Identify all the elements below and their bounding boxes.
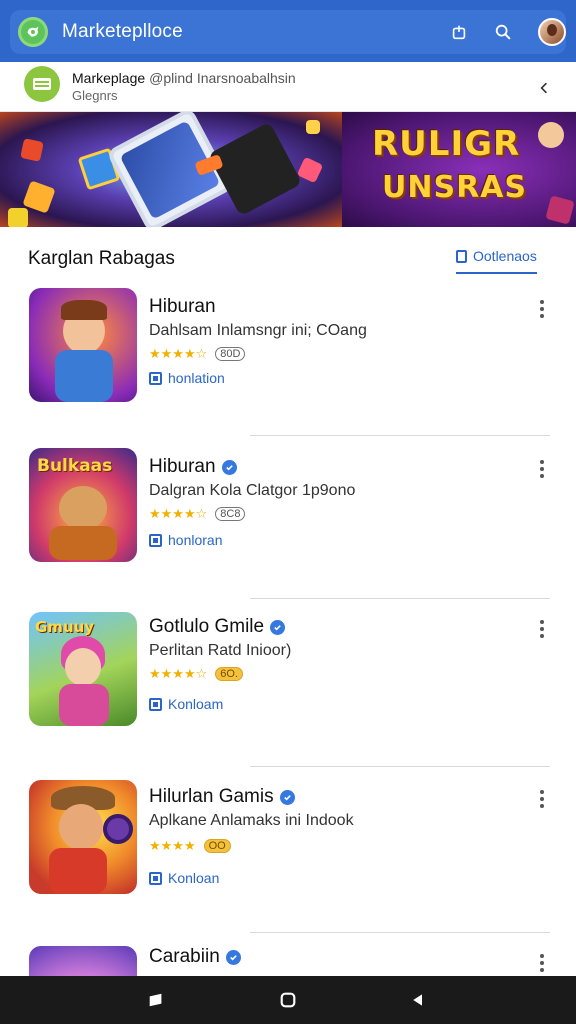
app-title-text: Hiburan [149,296,216,317]
app-description: Aplkane Anlamaks ini Indook [149,812,354,829]
verified-icon [221,459,237,475]
promo-banner[interactable]: RULIGR UNSRAS [0,112,576,227]
install-label: Konloam [168,696,224,712]
install-button[interactable]: honlation [149,370,225,386]
recents-icon[interactable] [144,988,168,1012]
list-item[interactable]: Carabiin [0,944,576,976]
more-options-icon[interactable] [534,788,550,810]
more-options-icon[interactable] [534,458,550,480]
app-title-text: Carabiin [149,946,220,967]
chevron-left-icon[interactable] [532,76,556,100]
app-rating: ★★★★☆ 80D [149,346,246,362]
rating-badge: 80D [215,347,246,361]
banner-headline-2: UNSRAS [382,170,527,205]
app-title-text: Gotlulo Gmile [149,616,265,637]
app-title: Marketeplloce [62,21,183,42]
more-options-icon[interactable] [534,952,550,974]
app-rating: ★★★★☆ 8C8 [149,506,246,522]
star-rating: ★★★★☆ [149,506,208,521]
app-description: Dalgran Kola Clatgor 1p9ono [149,482,356,499]
install-icon [149,871,162,885]
section-link-label: Ootlenaos [473,248,537,264]
divider [250,598,550,599]
install-icon [149,533,162,547]
app-description: Dahlsam Inlamsngr ini; COang [149,322,367,339]
star-rating: ★★★★☆ [149,346,208,361]
install-button[interactable]: Konloam [149,696,223,712]
marketplace-subtitle: Glegnrs [72,88,118,103]
app-bar-container: Marketeplloce [10,10,566,54]
more-options-icon[interactable] [534,618,550,640]
thumb-title: Gmuuy [35,618,95,636]
install-button[interactable]: Konloan [149,870,219,886]
verified-icon [270,619,286,635]
app-thumbnail [29,946,137,976]
more-options-icon[interactable] [534,298,550,320]
app-thumbnail [29,288,137,402]
rating-badge: 6O. [215,667,244,681]
divider [250,766,550,767]
banner-phone-artwork [0,112,342,227]
marketplace-icon [24,66,60,102]
app-title: Hiburan [149,456,237,478]
rating-badge: OO [203,839,231,853]
marketplace-header: Markeplage @plind Inarsnoabalhsin Glegnrs [0,62,576,112]
star-rating: ★★★★☆ [149,666,208,681]
share-icon[interactable] [442,15,476,49]
app-rating: ★★★★☆ 6O. [149,666,244,682]
app-title-text: Hiburan [149,456,216,477]
app-title: Carabiin [149,946,241,968]
section-link[interactable]: Ootlenaos [456,248,537,274]
app-title-text: Hilurlan Gamis [149,786,274,807]
marketplace-title: Markeplage @plind Inarsnoabalhsin [72,70,296,86]
store-logo-icon[interactable] [18,17,48,47]
install-button[interactable]: honloran [149,532,223,548]
verified-icon [279,789,295,805]
system-nav-bar [0,976,576,1024]
verified-icon [225,949,241,965]
app-rating: ★★★★ OO [149,838,231,854]
home-icon[interactable] [276,988,300,1012]
banner-game-artwork: RULIGR UNSRAS [342,112,576,227]
app-title: Gotlulo Gmile [149,616,286,638]
search-icon[interactable] [486,15,520,49]
app-title: Hiburan [149,296,216,318]
app-thumbnail [29,780,137,894]
marketplace-title-extra: @plind Inarsnoabalhsin [149,70,296,86]
divider [250,932,550,933]
top-app-bar: Marketeplloce [0,0,576,62]
install-icon [149,697,162,711]
back-icon[interactable] [406,988,430,1012]
section-title: Karglan Rabagas [28,248,175,269]
install-label: honlation [168,370,225,386]
rating-badge: 8C8 [215,507,246,521]
user-avatar[interactable] [538,18,566,46]
download-icon [456,250,467,263]
star-rating: ★★★★ [149,838,196,853]
app-thumbnail: Gmuuy [29,612,137,726]
install-icon [149,371,162,385]
divider [250,435,550,436]
install-label: honloran [168,532,223,548]
install-label: Konloan [168,870,220,886]
thumb-title: Bulkaas [37,456,113,476]
app-title: Hilurlan Gamis [149,786,295,808]
banner-headline-1: RULIGR [372,124,521,164]
marketplace-title-text: Markeplage [72,70,146,86]
app-description: Perlitan Ratd Inioor) [149,642,292,659]
app-thumbnail: Bulkaas [29,448,137,562]
